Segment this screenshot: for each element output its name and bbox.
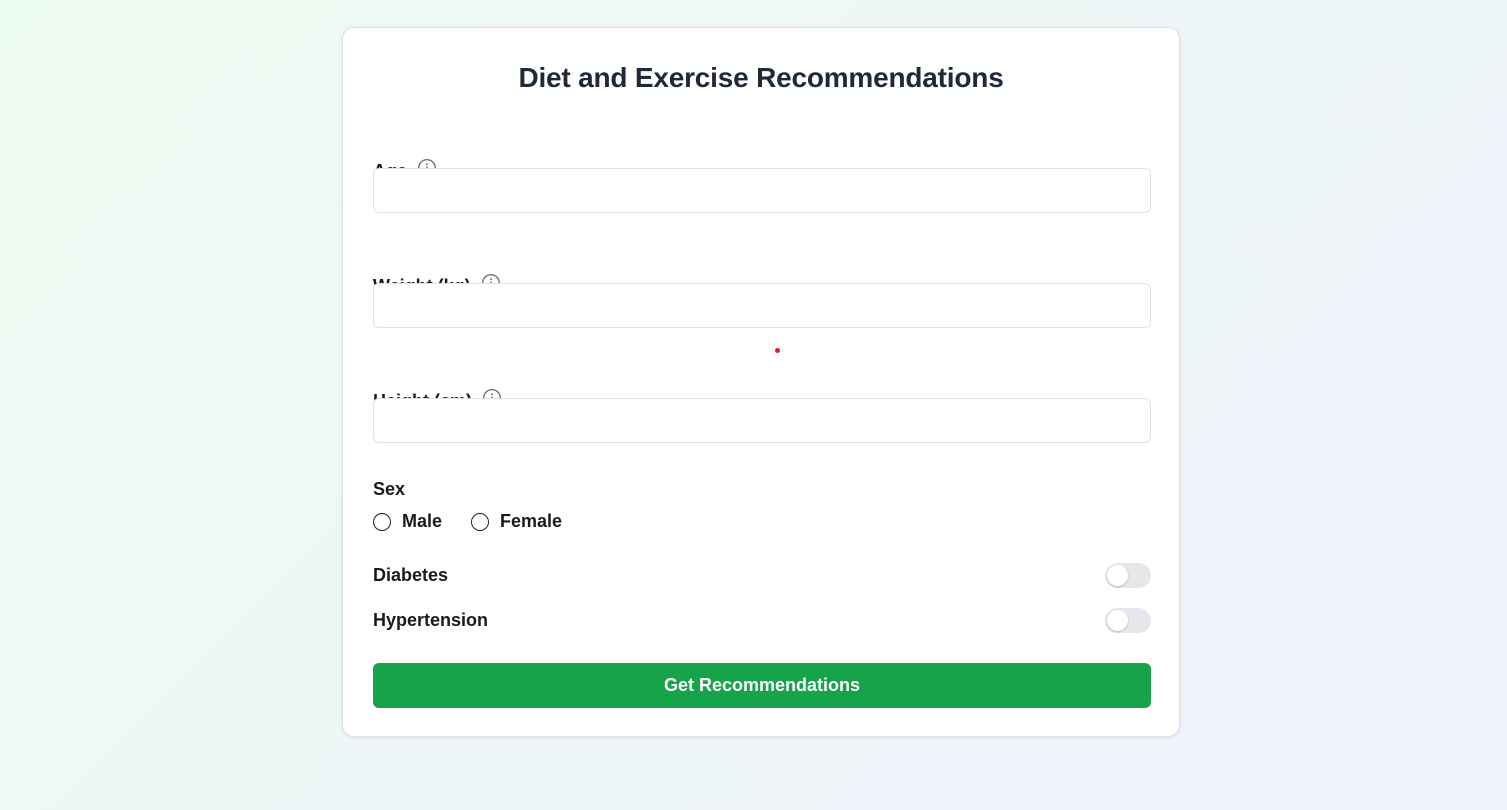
hypertension-row: Hypertension — [373, 607, 1151, 633]
sex-option-male[interactable]: Male — [373, 511, 442, 532]
height-input[interactable] — [373, 398, 1151, 443]
radio-female-label: Female — [500, 511, 563, 531]
diabetes-toggle[interactable] — [1105, 562, 1151, 588]
toggle-knob — [1107, 609, 1128, 631]
diabetes-row: Diabetes — [373, 562, 1151, 588]
toggle-knob — [1107, 564, 1128, 586]
weight-input[interactable] — [373, 283, 1151, 328]
sex-label-row: Sex — [373, 477, 405, 501]
sex-option-female[interactable]: Female — [471, 511, 562, 532]
diabetes-label: Diabetes — [373, 564, 449, 585]
cursor-indicator — [775, 348, 780, 353]
hypertension-label: Hypertension — [373, 609, 489, 630]
radio-male-label: Male — [402, 511, 443, 531]
recommendation-form-card: Diet and Exercise Recommendations Age We… — [342, 27, 1180, 737]
page-title: Diet and Exercise Recommendations — [518, 62, 1004, 93]
radio-male[interactable] — [373, 512, 391, 531]
age-input[interactable] — [373, 168, 1151, 213]
hypertension-toggle[interactable] — [1105, 607, 1151, 633]
radio-female[interactable] — [471, 512, 490, 531]
sex-radio-group: Male Female — [373, 511, 591, 532]
get-recommendations-button[interactable]: Get Recommendations — [373, 663, 1151, 708]
sex-label: Sex — [373, 478, 406, 499]
